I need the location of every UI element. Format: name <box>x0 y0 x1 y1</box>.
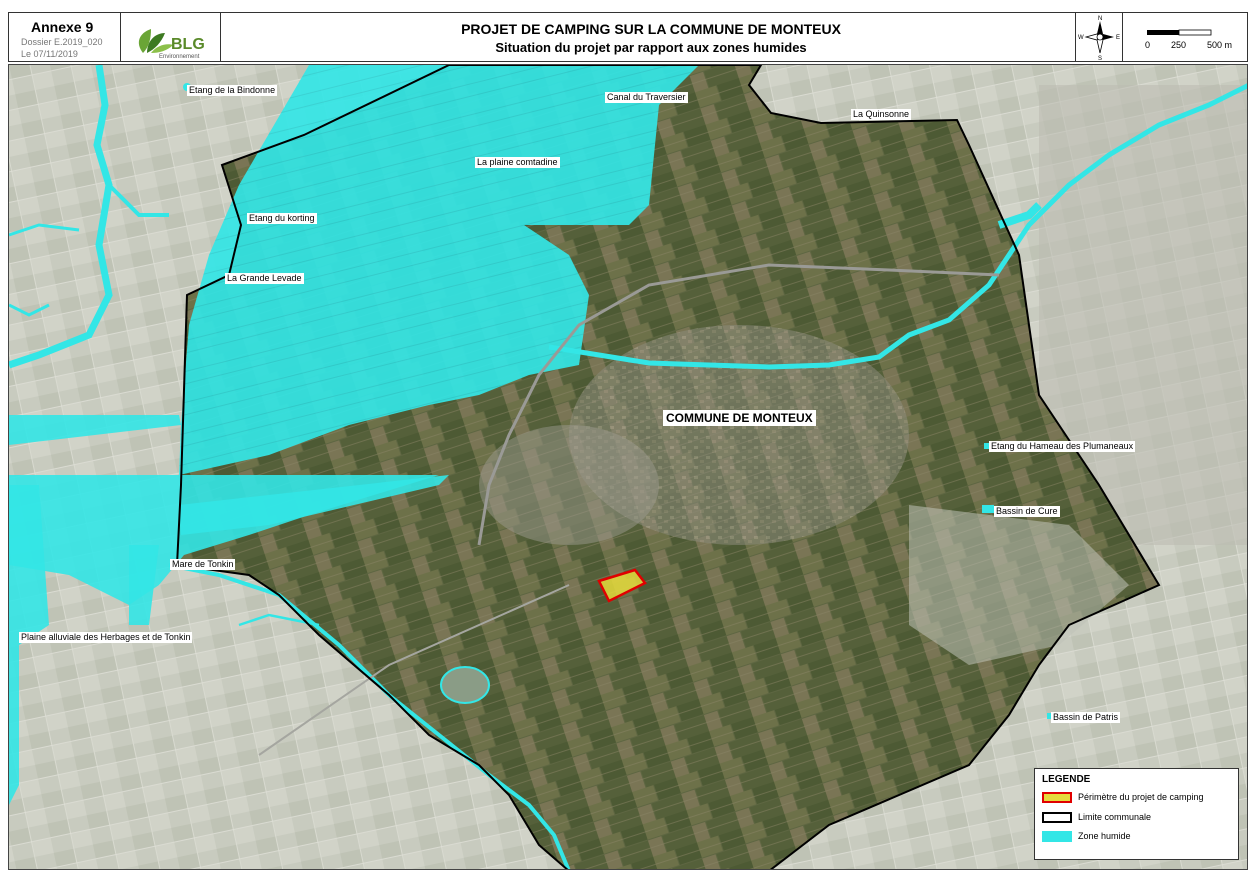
document-date: Le 07/11/2019 <box>21 49 78 59</box>
legend-swatch-wetland <box>1042 831 1072 842</box>
legend-title: LEGENDE <box>1042 774 1091 785</box>
label-grande-levade: La Grande Levade <box>225 273 304 284</box>
dossier-reference: Dossier E.2019_020 <box>21 37 103 47</box>
compass-west-label: W <box>1078 35 1084 41</box>
label-bassin-cure: Bassin de Cure <box>994 506 1060 517</box>
scale-label-0: 0 <box>1145 40 1151 50</box>
legend-label-wetland: Zone humide <box>1078 831 1131 841</box>
map-subtitle: Situation du projet par rapport aux zone… <box>495 40 807 55</box>
compass-north-label: N <box>1098 16 1102 22</box>
map-title: PROJET DE CAMPING SUR LA COMMUNE DE MONT… <box>461 21 841 37</box>
label-bassin-patris: Bassin de Patris <box>1051 712 1121 723</box>
blg-logo-icon: BLG Environnement <box>138 29 205 60</box>
annexe-number: Annexe 9 <box>31 19 94 35</box>
map-sheet: Annexe 9 Dossier E.2019_020 Le 07/11/201… <box>0 0 1256 879</box>
wetland-bassin-cure <box>982 505 994 513</box>
label-plaine-alluviale: Plaine alluviale des Herbages et de Tonk… <box>19 632 193 643</box>
compass-cell: N S E W <box>1075 13 1123 62</box>
legend: LEGENDE Périmètre du projet de camping L… <box>1034 768 1239 860</box>
legend-swatch-project <box>1042 792 1072 803</box>
label-canal-traversier: Canal du Traversier <box>605 92 688 103</box>
label-mare-tonkin: Mare de Tonkin <box>170 559 236 570</box>
label-la-quinsonne: La Quinsonne <box>851 109 912 120</box>
logo-cell: BLG Environnement <box>121 13 221 61</box>
title-block: Annexe 9 Dossier E.2019_020 Le 07/11/201… <box>8 12 1248 62</box>
logo-subtext: Environnement <box>159 54 200 60</box>
legend-label-project: Périmètre du projet de camping <box>1078 792 1204 802</box>
label-etang-bindonne: Etang de la Bindonne <box>187 85 278 96</box>
scale-bar: 0 250 500 m <box>1129 13 1247 61</box>
compass-east-label: E <box>1116 35 1120 41</box>
north-arrow-icon: N S E W <box>1078 16 1120 62</box>
annexe-cell: Annexe 9 Dossier E.2019_020 Le 07/11/201… <box>9 13 121 61</box>
map-graphic <box>9 65 1247 869</box>
label-hameau-plumaneaux: Etang du Hameau des Plumaneaux <box>989 441 1136 452</box>
scale-label-250: 250 <box>1171 40 1187 50</box>
legend-label-limit: Limite communale <box>1078 812 1152 822</box>
label-commune-monteux: COMMUNE DE MONTEUX <box>663 410 816 426</box>
label-etang-korting: Etang du korting <box>247 213 317 224</box>
lake-south <box>440 666 490 704</box>
scale-label-500: 500 m <box>1207 40 1233 50</box>
logo-wordmark: BLG <box>171 36 205 53</box>
map-canvas[interactable]: Etang de la Bindonne Canal du Traversier… <box>8 64 1248 870</box>
legend-swatch-limit <box>1042 812 1072 823</box>
label-plaine-comtadine: La plaine comtadine <box>475 157 560 168</box>
compass-south-label: S <box>1098 56 1102 61</box>
